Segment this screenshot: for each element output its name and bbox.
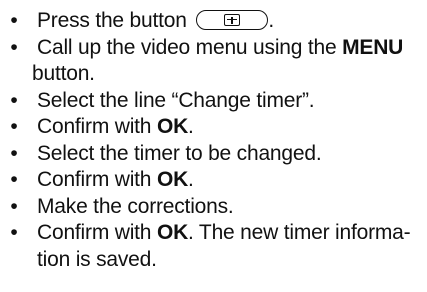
list-item-text: Call up the video menu using the MENU bu… [32,35,404,86]
list-item-text: Select the timer to be changed. [37,141,322,165]
bullet: • [10,35,18,59]
bullet: • [10,9,18,32]
list-item: • Make the corrections. [0,194,427,221]
list-item: • Confirm with OK. [0,167,427,194]
list-item-text: Make the corrections. [37,194,234,218]
list-item-text: Select the line “Change timer”. [37,88,315,112]
list-item-text: Confirm with OK. [37,115,194,138]
bullet: • [10,115,18,138]
plus-key-icon [196,10,269,30]
bullet: • [10,141,18,165]
list-item: • Select the timer to be changed. [0,141,427,168]
list-item-text: Press the button . [37,9,275,32]
list-item: • Press the button . [0,8,427,35]
list-item: • Confirm with OK. The new timer informa… [0,220,427,273]
list-item: • Select the line “Change timer”. [0,88,427,115]
instruction-list: • Press the button . • Call up the video… [0,8,427,273]
list-item: • Call up the video menu using the MENU … [0,35,427,88]
list-item-text: Confirm with OK. The new timer informa-t… [37,221,411,271]
list-item: • Confirm with OK. [0,114,427,141]
bullet: • [10,221,18,244]
list-item-text: Confirm with OK. [37,168,194,191]
bullet: • [10,88,18,112]
bullet: • [10,168,18,191]
bullet: • [10,194,18,218]
